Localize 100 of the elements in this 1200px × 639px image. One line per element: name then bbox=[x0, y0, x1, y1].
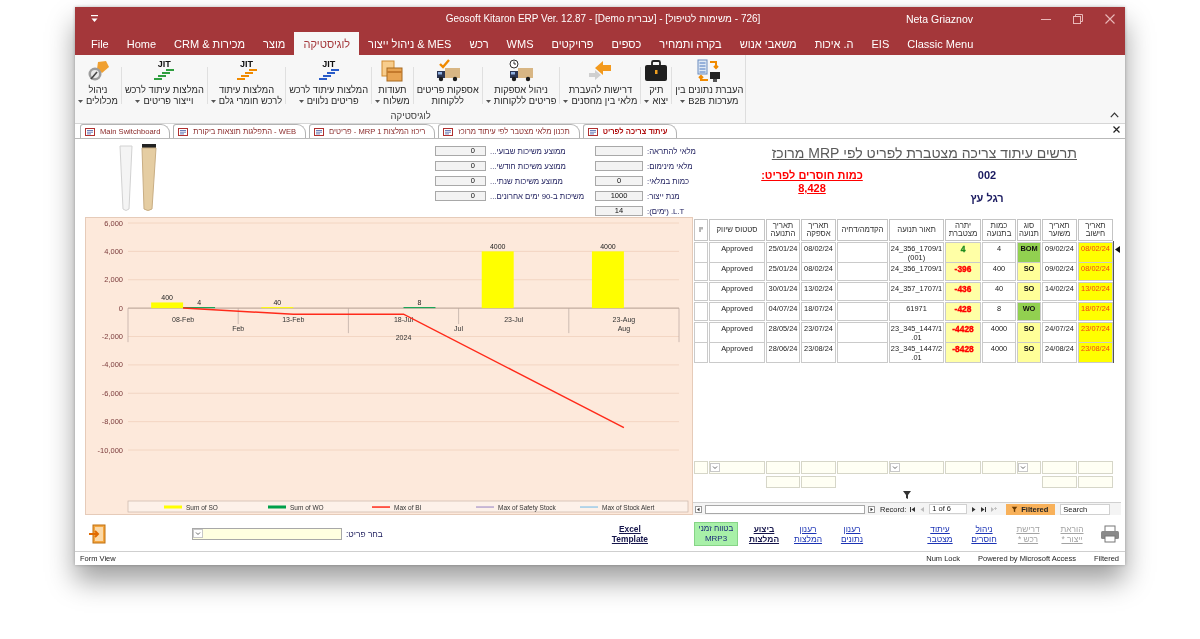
caret-icon bbox=[78, 100, 83, 104]
table-cell bbox=[694, 322, 708, 343]
balance-value: 4 bbox=[960, 245, 966, 254]
stock-field[interactable] bbox=[595, 146, 643, 156]
ribbon-tab[interactable]: ה. איכות bbox=[805, 32, 863, 55]
link[interactable]: Excel Template bbox=[611, 523, 648, 544]
option-button[interactable]: בטווח זמני MRP3 bbox=[694, 521, 738, 546]
dropdown-arrow-icon[interactable] bbox=[710, 463, 720, 472]
filter-dropdown[interactable] bbox=[889, 461, 944, 474]
balance-value: -8428 bbox=[952, 345, 974, 354]
item-name: רגל עץ bbox=[970, 192, 1004, 204]
ribbon-tab[interactable]: ניהול ייצור & MES bbox=[359, 32, 461, 55]
table-cell bbox=[1042, 302, 1077, 321]
ribbon-tab[interactable]: EIS bbox=[862, 32, 899, 55]
document-box-icon bbox=[380, 59, 405, 83]
next-record-icon[interactable] bbox=[970, 505, 978, 513]
ribbon-tab[interactable]: כספים bbox=[602, 32, 651, 55]
filter-field[interactable] bbox=[945, 461, 981, 474]
ribbon-tab[interactable]: CRM & מכירות bbox=[165, 32, 255, 55]
filter-field[interactable] bbox=[837, 461, 888, 474]
link[interactable]: רענון נתונים bbox=[834, 523, 870, 544]
ribbon-button[interactable]: ניהול מכלולים bbox=[76, 59, 120, 110]
window-title: Geosoft Kitaron ERP Ver. 12.87 - [Demo עברית] - [726 - משימות לטיפול] bbox=[445, 13, 761, 24]
link[interactable]: ביצוע המלצות bbox=[746, 523, 782, 544]
truck-check-icon bbox=[434, 59, 461, 83]
item-picker[interactable] bbox=[192, 527, 342, 540]
filter-field[interactable] bbox=[1078, 476, 1113, 488]
caret-icon bbox=[644, 100, 650, 104]
close-icon[interactable] bbox=[1113, 126, 1120, 133]
dropdown-arrow-icon[interactable] bbox=[1018, 463, 1028, 472]
first-record-icon[interactable] bbox=[909, 505, 917, 513]
form-icon bbox=[178, 127, 189, 136]
ribbon-button[interactable]: תיק יצוא bbox=[642, 59, 671, 110]
filter-dropdown[interactable] bbox=[709, 461, 765, 474]
caret-icon bbox=[135, 100, 141, 104]
group-label: לוגיסטיקה bbox=[390, 110, 431, 123]
form-icon bbox=[587, 127, 598, 136]
scroll-left-icon[interactable] bbox=[695, 505, 702, 513]
dropdown-arrow-icon[interactable] bbox=[193, 528, 203, 538]
user-name: Neta Griaznov bbox=[905, 12, 973, 25]
filter-field[interactable] bbox=[801, 461, 836, 474]
stock-field[interactable] bbox=[595, 161, 643, 171]
ribbon-tab[interactable]: Classic Menu bbox=[898, 32, 983, 55]
icon-caption: JIT bbox=[240, 59, 253, 69]
balance-value: -436 bbox=[954, 285, 972, 294]
ribbon-tab[interactable]: Home bbox=[117, 32, 166, 55]
ribbon-button[interactable]: אספקות פריטים ללקוחות bbox=[414, 59, 481, 110]
ribbon-button[interactable]: דרישות להעברת מלאי בין מחסנים bbox=[561, 59, 640, 110]
filter-field[interactable] bbox=[1078, 461, 1113, 474]
filter-field[interactable] bbox=[766, 476, 800, 488]
link[interactable]: ניהול חוסרים bbox=[966, 523, 1002, 544]
ribbon-tab[interactable]: פרויקטים bbox=[542, 32, 603, 55]
item-code: 002 bbox=[977, 169, 997, 181]
printer-icon[interactable] bbox=[1100, 524, 1120, 543]
icon-caption: JIT bbox=[322, 59, 336, 69]
shortage-label: כמות חוסרים לפריט: bbox=[761, 169, 863, 181]
filter-icon bbox=[1011, 505, 1019, 513]
last-record-icon[interactable] bbox=[980, 505, 988, 513]
table-cell bbox=[694, 342, 708, 363]
balance-value: -428 bbox=[954, 305, 972, 314]
ribbon-button[interactable]: ניהול אספקות פריטים ללקוחות bbox=[483, 59, 559, 110]
ribbon-tab[interactable]: מוצר bbox=[254, 32, 295, 55]
restore-icon[interactable] bbox=[1073, 13, 1083, 24]
arrows-icon bbox=[588, 59, 613, 83]
filter-field[interactable] bbox=[1042, 461, 1077, 474]
link[interactable]: עיתוד מצטבר bbox=[922, 523, 958, 544]
dropdown-arrow-icon[interactable] bbox=[890, 463, 900, 472]
filter-dropdown[interactable] bbox=[1017, 461, 1041, 474]
table-cell bbox=[837, 302, 888, 321]
ribbon-tab[interactable]: משאבי אנוש bbox=[730, 32, 806, 55]
table-cell bbox=[694, 242, 708, 263]
filter-field[interactable] bbox=[801, 476, 836, 488]
ribbon-tab[interactable]: WMS bbox=[497, 32, 543, 55]
ribbon-tab[interactable]: בקרה ותמחיר bbox=[650, 32, 731, 55]
ribbon-tab[interactable]: רכש bbox=[460, 32, 498, 55]
ribbon-tab[interactable]: לוגיסטיקה bbox=[294, 32, 360, 55]
caret-icon bbox=[298, 100, 304, 104]
ribbon-tab[interactable]: File bbox=[82, 32, 118, 55]
ribbon-button[interactable]: העברת נתונים בין מערכות B2B bbox=[673, 59, 746, 110]
exit-door-icon[interactable] bbox=[88, 523, 108, 544]
down-arrow-icon[interactable] bbox=[91, 14, 98, 23]
table-cell bbox=[837, 282, 888, 301]
table-cell bbox=[837, 342, 888, 363]
filter-field[interactable] bbox=[766, 461, 800, 474]
table-cell bbox=[837, 262, 888, 281]
form-icon bbox=[443, 127, 454, 136]
filter-field[interactable] bbox=[694, 461, 708, 474]
filter-field[interactable] bbox=[982, 461, 1016, 474]
caret-icon bbox=[210, 100, 216, 104]
link[interactable]: רענון המלצות bbox=[790, 523, 826, 544]
shortage-value: 8,428 bbox=[798, 182, 826, 194]
table-cell bbox=[837, 242, 888, 263]
chevron-up-icon[interactable] bbox=[1110, 112, 1119, 118]
table-cell bbox=[694, 282, 708, 301]
briefcase-icon bbox=[644, 59, 669, 83]
scroll-right-icon[interactable] bbox=[868, 505, 875, 513]
filter-icon[interactable] bbox=[902, 490, 912, 500]
ribbon-button[interactable]: תעודות משלוח bbox=[373, 59, 412, 110]
filter-field[interactable] bbox=[1042, 476, 1077, 488]
horizontal-scrollbar[interactable] bbox=[705, 504, 865, 514]
